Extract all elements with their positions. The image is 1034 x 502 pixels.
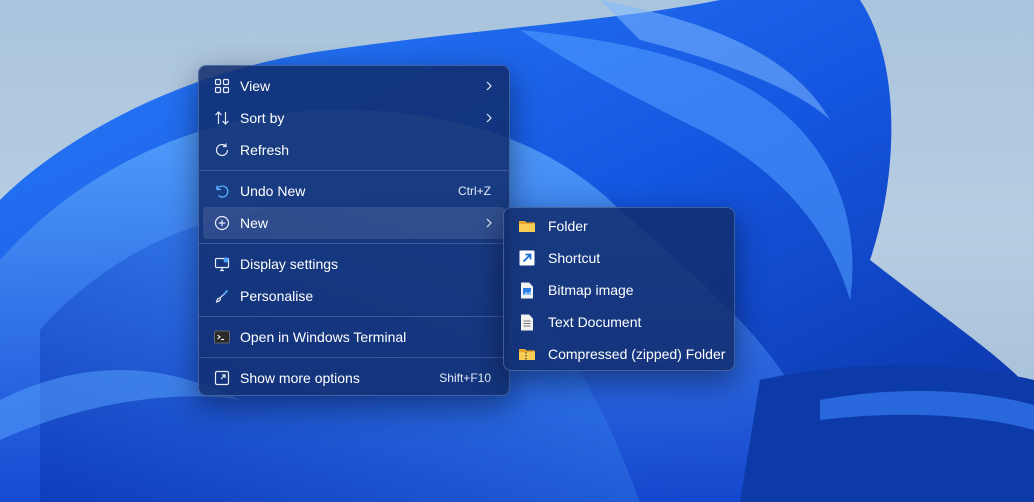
add-circle-icon xyxy=(213,214,231,232)
menu-item-open-terminal[interactable]: Open in Windows Terminal xyxy=(203,321,505,353)
menu-item-label: Display settings xyxy=(240,256,339,272)
menu-item-label: Open in Windows Terminal xyxy=(240,329,407,345)
desktop-context-menu: View Sort by Refresh Undo New Ctrl+Z New xyxy=(198,65,510,396)
menu-item-label: Personalise xyxy=(240,288,314,304)
bitmap-icon xyxy=(518,281,536,299)
new-submenu: Folder Shortcut Bitmap image Text Docume… xyxy=(503,207,735,371)
menu-separator xyxy=(199,316,509,317)
menu-item-label: Refresh xyxy=(240,142,290,158)
undo-icon xyxy=(213,182,231,200)
menu-item-label: Sort by xyxy=(240,110,285,126)
text-document-icon xyxy=(518,313,536,331)
expand-icon xyxy=(213,369,231,387)
menu-separator xyxy=(199,170,509,171)
refresh-icon xyxy=(213,141,231,159)
submenu-item-folder[interactable]: Folder xyxy=(508,210,730,242)
menu-separator xyxy=(199,357,509,358)
submenu-item-shortcut[interactable]: Shortcut xyxy=(508,242,730,274)
menu-item-refresh[interactable]: Refresh xyxy=(203,134,505,166)
folder-icon xyxy=(518,217,536,235)
sort-icon xyxy=(213,109,231,127)
menu-item-sort-by[interactable]: Sort by xyxy=(203,102,505,134)
submenu-item-compressed-folder[interactable]: Compressed (zipped) Folder xyxy=(508,338,730,370)
menu-item-new[interactable]: New xyxy=(203,207,505,239)
keyboard-shortcut: Shift+F10 xyxy=(439,371,491,385)
menu-item-show-more-options[interactable]: Show more options Shift+F10 xyxy=(203,362,505,394)
menu-item-personalise[interactable]: Personalise xyxy=(203,280,505,312)
menu-item-label: Folder xyxy=(548,218,588,234)
zip-folder-icon xyxy=(518,345,536,363)
menu-item-label: Show more options xyxy=(240,370,360,386)
menu-item-undo-new[interactable]: Undo New Ctrl+Z xyxy=(203,175,505,207)
menu-item-label: Undo New xyxy=(240,183,306,199)
chevron-right-icon xyxy=(485,81,495,91)
shortcut-icon xyxy=(518,249,536,267)
menu-item-display-settings[interactable]: Display settings xyxy=(203,248,505,280)
menu-item-label: New xyxy=(240,215,269,231)
menu-item-label: View xyxy=(240,78,271,94)
terminal-icon xyxy=(213,328,231,346)
menu-item-label: Shortcut xyxy=(548,250,601,266)
grid-icon xyxy=(213,77,231,95)
submenu-item-bitmap-image[interactable]: Bitmap image xyxy=(508,274,730,306)
keyboard-shortcut: Ctrl+Z xyxy=(458,184,491,198)
menu-item-view[interactable]: View xyxy=(203,70,505,102)
menu-item-label: Compressed (zipped) Folder xyxy=(548,346,726,362)
menu-item-label: Bitmap image xyxy=(548,282,634,298)
brush-icon xyxy=(213,287,231,305)
submenu-item-text-document[interactable]: Text Document xyxy=(508,306,730,338)
chevron-right-icon xyxy=(485,113,495,123)
display-settings-icon xyxy=(213,255,231,273)
chevron-right-icon xyxy=(485,218,495,228)
menu-item-label: Text Document xyxy=(548,314,642,330)
menu-separator xyxy=(199,243,509,244)
